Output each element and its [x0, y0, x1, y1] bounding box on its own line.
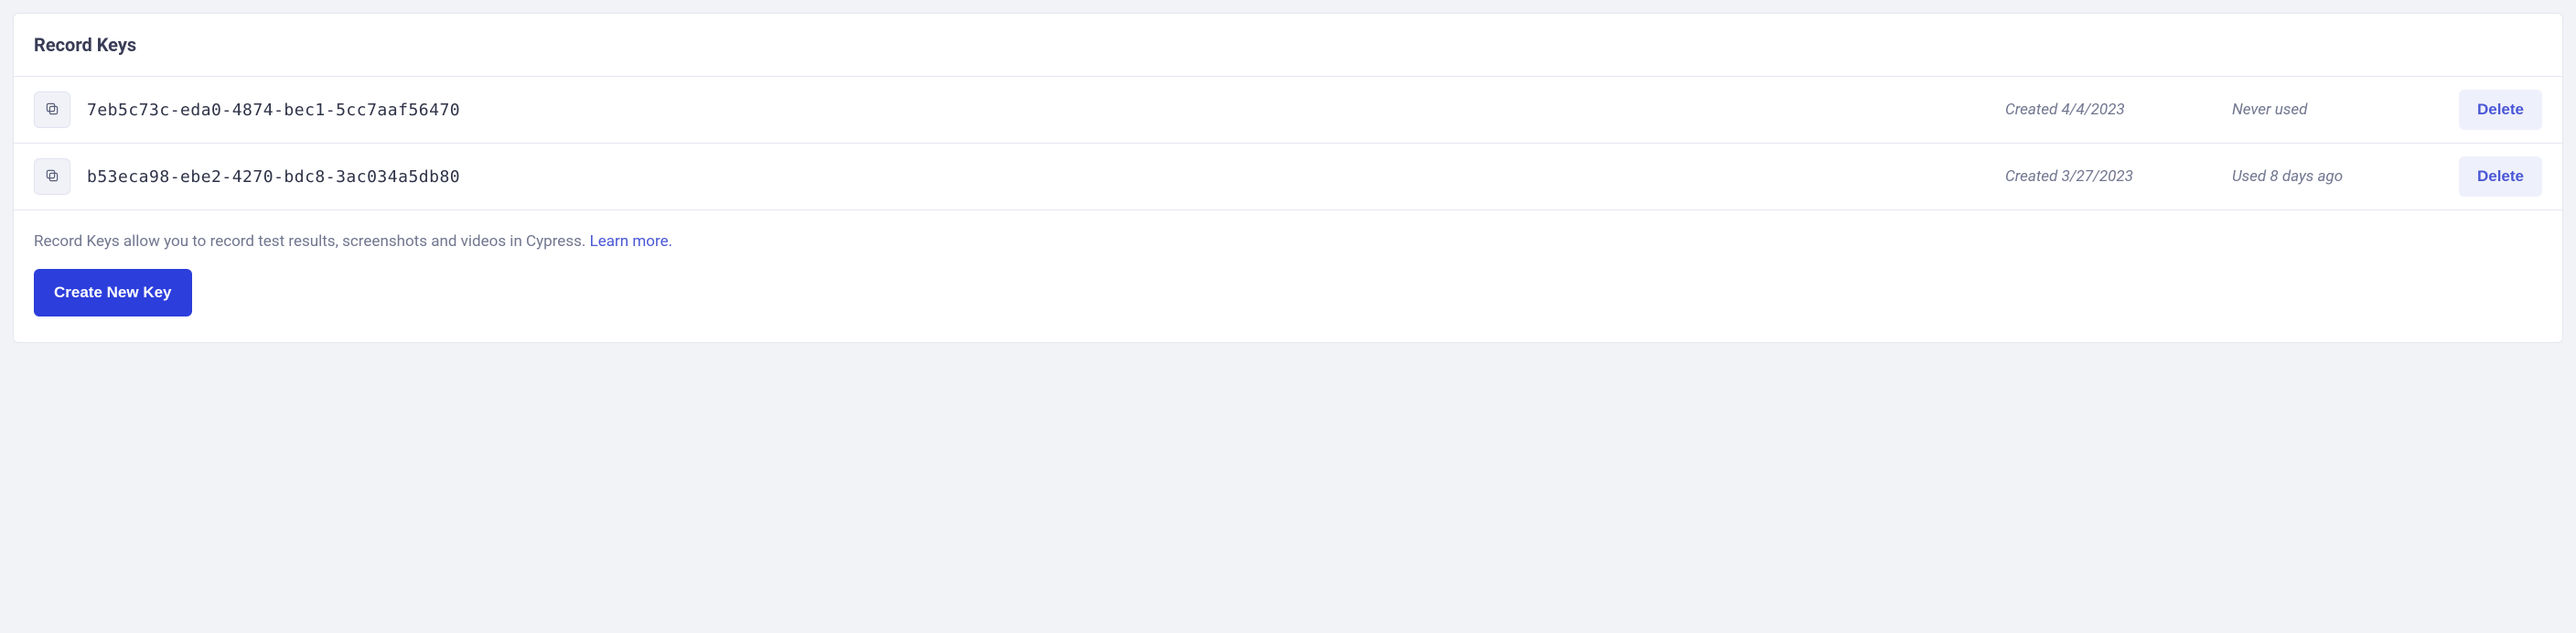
- copy-icon: [44, 101, 60, 120]
- key-value: b53eca98-ebe2-4270-bdc8-3ac034a5db80: [87, 167, 1989, 187]
- card-footer: Record Keys allow you to record test res…: [14, 209, 2562, 342]
- record-keys-card: Record Keys 7eb5c73c-eda0-4874-bec1-5cc7…: [13, 13, 2563, 343]
- key-created: Created 3/27/2023: [2005, 167, 2216, 186]
- key-created: Created 4/4/2023: [2005, 101, 2216, 119]
- help-text-body: Record Keys allow you to record test res…: [34, 232, 590, 251]
- create-new-key-button[interactable]: Create New Key: [34, 269, 192, 316]
- delete-button[interactable]: Delete: [2459, 90, 2542, 130]
- card-title: Record Keys: [34, 34, 2542, 56]
- key-row: 7eb5c73c-eda0-4874-bec1-5cc7aaf56470 Cre…: [14, 76, 2562, 143]
- copy-button[interactable]: [34, 91, 70, 128]
- key-value: 7eb5c73c-eda0-4874-bec1-5cc7aaf56470: [87, 101, 1989, 120]
- learn-more-link[interactable]: Learn more.: [590, 232, 673, 251]
- copy-button[interactable]: [34, 158, 70, 195]
- key-last-used: Used 8 days ago: [2232, 167, 2442, 186]
- key-last-used: Never used: [2232, 101, 2442, 119]
- delete-button[interactable]: Delete: [2459, 156, 2542, 197]
- help-text: Record Keys allow you to record test res…: [34, 232, 2542, 251]
- card-header: Record Keys: [14, 14, 2562, 76]
- key-row: b53eca98-ebe2-4270-bdc8-3ac034a5db80 Cre…: [14, 143, 2562, 209]
- copy-icon: [44, 167, 60, 187]
